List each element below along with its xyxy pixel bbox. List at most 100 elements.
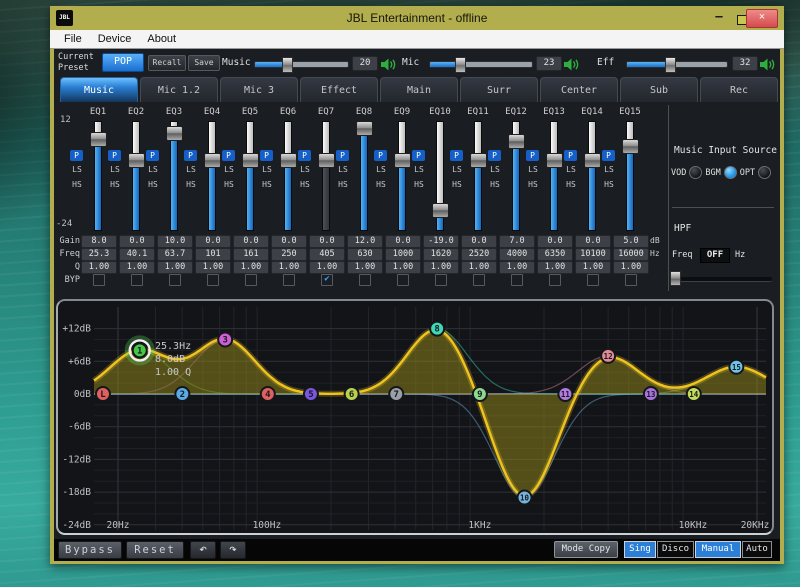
music-speaker-icon[interactable] bbox=[380, 56, 397, 69]
eq4-gain-value[interactable]: 0.0 bbox=[195, 235, 231, 248]
eq5-slider-handle[interactable] bbox=[242, 153, 259, 168]
hpf-freq-value[interactable]: OFF bbox=[700, 248, 730, 263]
eq12-freq-value[interactable]: 4000 bbox=[499, 248, 535, 261]
eq10-q-value[interactable]: 1.00 bbox=[423, 261, 459, 274]
eq15-freq-value[interactable]: 16000 bbox=[613, 248, 649, 261]
eq12-p-button[interactable]: P bbox=[488, 150, 501, 161]
eq8-slider-handle[interactable] bbox=[356, 121, 373, 136]
eq-point-4[interactable]: 4 bbox=[261, 387, 275, 401]
redo-icon[interactable]: ↷ bbox=[220, 541, 246, 559]
eq6-bypass-checkbox[interactable] bbox=[283, 274, 295, 286]
eff-volume-slider[interactable] bbox=[626, 61, 728, 68]
eq6-ls-button[interactable]: LS bbox=[259, 165, 275, 174]
eq11-q-value[interactable]: 1.00 bbox=[461, 261, 497, 274]
menu-item-device[interactable]: Device bbox=[92, 31, 138, 47]
eq3-slider-handle[interactable] bbox=[166, 126, 183, 141]
eq13-p-button[interactable]: P bbox=[526, 150, 539, 161]
eq3-ls-button[interactable]: LS bbox=[145, 165, 161, 174]
eq2-q-value[interactable]: 1.00 bbox=[119, 261, 155, 274]
eq14-p-button[interactable]: P bbox=[564, 150, 577, 161]
eq11-freq-value[interactable]: 2520 bbox=[461, 248, 497, 261]
tab-music[interactable]: Music bbox=[60, 77, 138, 102]
tab-surr[interactable]: Surr bbox=[460, 77, 538, 102]
eq8-ls-button[interactable]: LS bbox=[335, 165, 351, 174]
eq15-slider-handle[interactable] bbox=[622, 139, 639, 154]
eq11-slider[interactable] bbox=[474, 121, 482, 231]
eq6-q-value[interactable]: 1.00 bbox=[271, 261, 307, 274]
eq11-hs-button[interactable]: HS bbox=[449, 180, 465, 189]
eq14-hs-button[interactable]: HS bbox=[563, 180, 579, 189]
eq1-gain-value[interactable]: 8.0 bbox=[81, 235, 117, 248]
eq6-gain-value[interactable]: 0.0 bbox=[271, 235, 307, 248]
eff-volume-value[interactable]: 32 bbox=[732, 56, 758, 71]
eq2-slider-handle[interactable] bbox=[128, 153, 145, 168]
eq10-gain-value[interactable]: -19.0 bbox=[423, 235, 459, 248]
eq4-ls-button[interactable]: LS bbox=[183, 165, 199, 174]
eq4-bypass-checkbox[interactable] bbox=[207, 274, 219, 286]
eq2-bypass-checkbox[interactable] bbox=[131, 274, 143, 286]
eq8-hs-button[interactable]: HS bbox=[335, 180, 351, 189]
eq-point-15[interactable]: 15 bbox=[729, 360, 743, 374]
eq13-slider[interactable] bbox=[550, 121, 558, 231]
tab-mic-3[interactable]: Mic 3 bbox=[220, 77, 298, 102]
eq14-gain-value[interactable]: 0.0 bbox=[575, 235, 611, 248]
eq-point-13[interactable]: 13 bbox=[644, 387, 658, 401]
eq10-hs-button[interactable]: HS bbox=[411, 180, 427, 189]
eq1-q-value[interactable]: 1.00 bbox=[81, 261, 117, 274]
mic-speaker-icon[interactable] bbox=[563, 56, 580, 69]
save-button[interactable]: Save bbox=[188, 55, 220, 71]
eq-point-1[interactable]: 1 bbox=[127, 337, 153, 363]
eq-point-8[interactable]: 8 bbox=[430, 322, 444, 336]
eq2-slider[interactable] bbox=[132, 121, 140, 231]
eq-point-2[interactable]: 2 bbox=[175, 387, 189, 401]
eq4-slider-handle[interactable] bbox=[204, 153, 221, 168]
eq13-ls-button[interactable]: LS bbox=[525, 165, 541, 174]
eq8-p-button[interactable]: P bbox=[336, 150, 349, 161]
eq15-ls-button[interactable]: LS bbox=[601, 165, 617, 174]
eq-point-7[interactable]: 7 bbox=[389, 387, 403, 401]
eq9-gain-value[interactable]: 0.0 bbox=[385, 235, 421, 248]
preset-value-button[interactable]: POP bbox=[102, 53, 144, 72]
tab-center[interactable]: Center bbox=[540, 77, 618, 102]
eq-point-3[interactable]: 3 bbox=[218, 333, 232, 347]
undo-icon[interactable]: ↶ bbox=[190, 541, 216, 559]
eq10-p-button[interactable]: P bbox=[412, 150, 425, 161]
eq14-bypass-checkbox[interactable] bbox=[587, 274, 599, 286]
eq-point-14[interactable]: 14 bbox=[687, 387, 701, 401]
eq14-ls-button[interactable]: LS bbox=[563, 165, 579, 174]
eff-speaker-icon[interactable] bbox=[759, 56, 776, 69]
eq9-bypass-checkbox[interactable] bbox=[397, 274, 409, 286]
eq7-ls-button[interactable]: LS bbox=[297, 165, 313, 174]
eq-point-5[interactable]: 5 bbox=[304, 387, 318, 401]
eq5-bypass-checkbox[interactable] bbox=[245, 274, 257, 286]
eq12-ls-button[interactable]: LS bbox=[487, 165, 503, 174]
eq2-ls-button[interactable]: LS bbox=[107, 165, 123, 174]
eq12-q-value[interactable]: 1.00 bbox=[499, 261, 535, 274]
eq14-slider[interactable] bbox=[588, 121, 596, 231]
eff-volume-slider-handle[interactable] bbox=[665, 57, 676, 73]
mic-volume-slider[interactable] bbox=[429, 61, 533, 68]
eq8-gain-value[interactable]: 12.0 bbox=[347, 235, 383, 248]
tab-effect[interactable]: Effect bbox=[300, 77, 378, 102]
eq5-slider[interactable] bbox=[246, 121, 254, 231]
eq12-bypass-checkbox[interactable] bbox=[511, 274, 523, 286]
eq9-q-value[interactable]: 1.00 bbox=[385, 261, 421, 274]
eq14-freq-value[interactable]: 10100 bbox=[575, 248, 611, 261]
eq11-bypass-checkbox[interactable] bbox=[473, 274, 485, 286]
eq3-bypass-checkbox[interactable] bbox=[169, 274, 181, 286]
hpf-slider[interactable] bbox=[672, 277, 772, 282]
eq8-slider[interactable] bbox=[360, 121, 368, 231]
eq9-ls-button[interactable]: LS bbox=[373, 165, 389, 174]
menu-item-file[interactable]: File bbox=[58, 31, 88, 47]
eq8-freq-value[interactable]: 630 bbox=[347, 248, 383, 261]
eq4-hs-button[interactable]: HS bbox=[183, 180, 199, 189]
eq7-slider[interactable] bbox=[322, 121, 330, 231]
eq-point-L[interactable]: L bbox=[96, 387, 110, 401]
close-button[interactable]: × bbox=[746, 9, 778, 28]
eq12-gain-value[interactable]: 7.0 bbox=[499, 235, 535, 248]
eq6-freq-value[interactable]: 250 bbox=[271, 248, 307, 261]
eq5-freq-value[interactable]: 161 bbox=[233, 248, 269, 261]
eq7-freq-value[interactable]: 405 bbox=[309, 248, 345, 261]
mode-copy-button[interactable]: Mode Copy bbox=[554, 541, 618, 558]
tab-main[interactable]: Main bbox=[380, 77, 458, 102]
